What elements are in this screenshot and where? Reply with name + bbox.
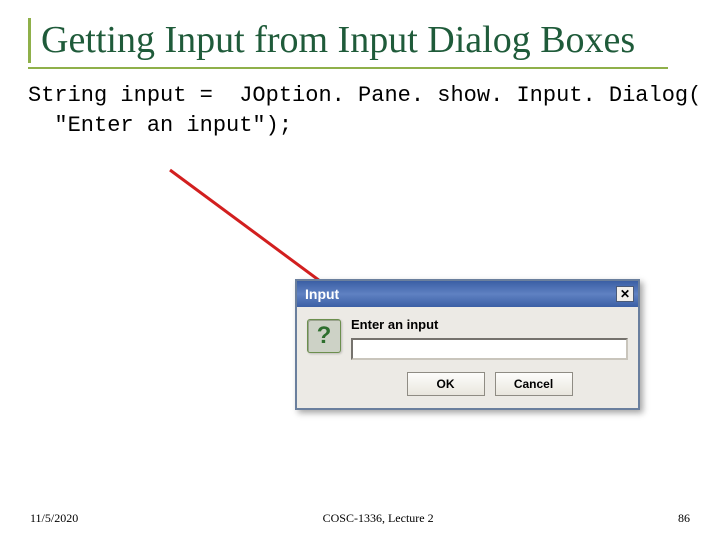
- footer-course: COSC-1336, Lecture 2: [323, 511, 434, 526]
- question-icon: ?: [307, 319, 341, 353]
- ok-button[interactable]: OK: [407, 372, 485, 396]
- cancel-button[interactable]: Cancel: [495, 372, 573, 396]
- dialog-body: ? Enter an input OK Cancel: [297, 307, 638, 408]
- prompt-label: Enter an input: [351, 317, 628, 332]
- content-column: Enter an input OK Cancel: [351, 317, 628, 396]
- code-block: String input = JOption. Pane. show. Inpu…: [28, 81, 692, 140]
- dialog-text-input[interactable]: [351, 338, 628, 360]
- code-line-2: "Enter an input");: [28, 113, 292, 138]
- footer: 11/5/2020 COSC-1336, Lecture 2 86: [0, 511, 720, 526]
- dialog-titlebar: Input ✕: [297, 281, 638, 307]
- code-line-1: String input = JOption. Pane. show. Inpu…: [28, 83, 701, 108]
- title-underline: [28, 67, 668, 69]
- close-button[interactable]: ✕: [616, 286, 634, 302]
- button-row: OK Cancel: [351, 372, 628, 396]
- question-glyph: ?: [317, 322, 332, 350]
- footer-page: 86: [678, 511, 690, 526]
- input-dialog: Input ✕ ? Enter an input OK Cancel: [295, 279, 640, 410]
- slide-title: Getting Input from Input Dialog Boxes: [41, 18, 692, 63]
- dialog-title: Input: [305, 286, 339, 302]
- title-container: Getting Input from Input Dialog Boxes: [28, 18, 692, 63]
- icon-column: ?: [307, 317, 351, 396]
- close-icon: ✕: [620, 287, 630, 301]
- footer-date: 11/5/2020: [30, 511, 78, 526]
